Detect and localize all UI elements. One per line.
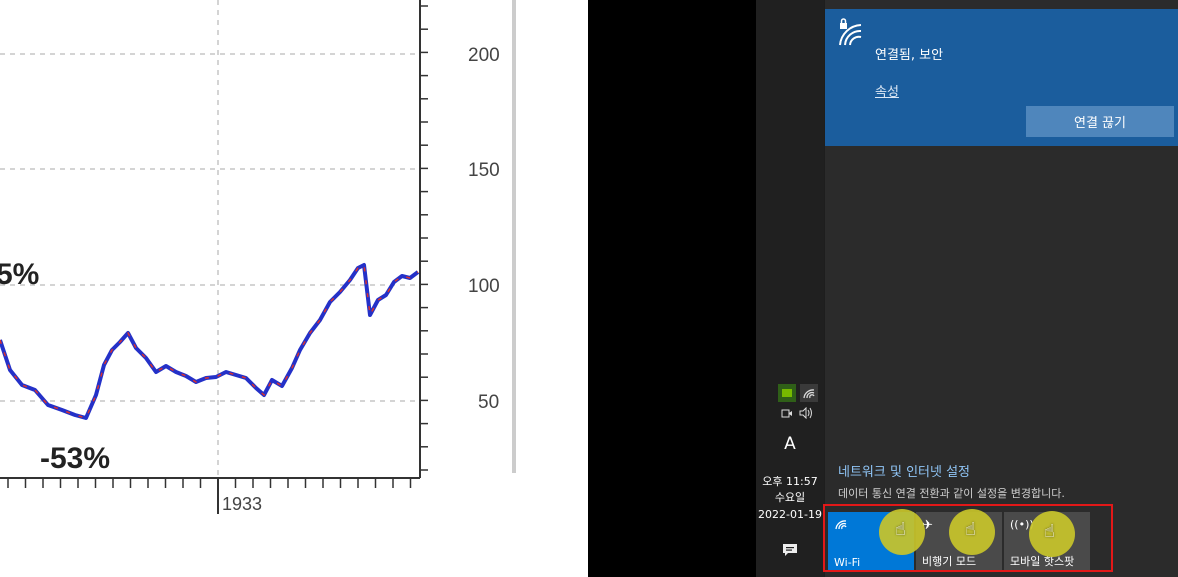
annotation-drawdown: -53% xyxy=(40,442,110,475)
properties-link[interactable]: 속성 xyxy=(875,81,899,100)
network-settings-link[interactable]: 네트워크 및 인터넷 설정 xyxy=(838,461,970,480)
y-tick-label-100: 100 xyxy=(468,276,500,297)
wifi-status-text: 연결됨, 보안 xyxy=(875,48,944,63)
wifi-network-card[interactable]: 연결됨, 보안 속성 연결 끊기 xyxy=(825,9,1178,146)
wifi-tray-icon[interactable] xyxy=(800,384,818,402)
taskbar: A 오후 11:57 수요일 2022-01-19 xyxy=(756,0,824,577)
annotation-red-box xyxy=(823,504,1113,572)
y-tick-label-150: 150 xyxy=(468,160,500,181)
price-series-accent xyxy=(0,263,419,419)
secured-wifi-icon xyxy=(837,17,863,51)
clock-date[interactable]: 2022-01-19 xyxy=(756,508,824,521)
network-settings-description: 데이터 통신 연결 전환과 같이 설정을 변경합니다. xyxy=(838,487,1065,500)
meet-now-tray-icon[interactable] xyxy=(778,404,796,422)
price-chart: 200 150 100 50 1933 5% -53% xyxy=(0,0,516,514)
ime-indicator[interactable]: A xyxy=(756,434,824,454)
x-axis-ticks xyxy=(7,478,412,488)
screen-gap xyxy=(588,0,756,577)
price-series-line xyxy=(0,263,420,420)
chart-panel: 200 150 100 50 1933 5% -53% xyxy=(0,0,588,577)
y-axis-ticks xyxy=(420,5,428,471)
y-tick-label-200: 200 xyxy=(468,45,500,66)
nvidia-tray-icon[interactable] xyxy=(778,384,796,402)
y-tick-label-50: 50 xyxy=(478,392,499,413)
disconnect-button[interactable]: 연결 끊기 xyxy=(1026,106,1174,137)
action-center-icon[interactable] xyxy=(780,540,800,560)
clock-weekday[interactable]: 수요일 xyxy=(756,489,824,505)
annotation-gain: 5% xyxy=(0,258,39,291)
volume-tray-icon[interactable] xyxy=(798,404,816,422)
x-tick-label-1933: 1933 xyxy=(222,494,262,514)
clock-time[interactable]: 오후 11:57 xyxy=(756,473,824,489)
network-flyout: 연결됨, 보안 속성 연결 끊기 네트워크 및 인터넷 설정 데이터 통신 연결… xyxy=(824,0,1178,577)
